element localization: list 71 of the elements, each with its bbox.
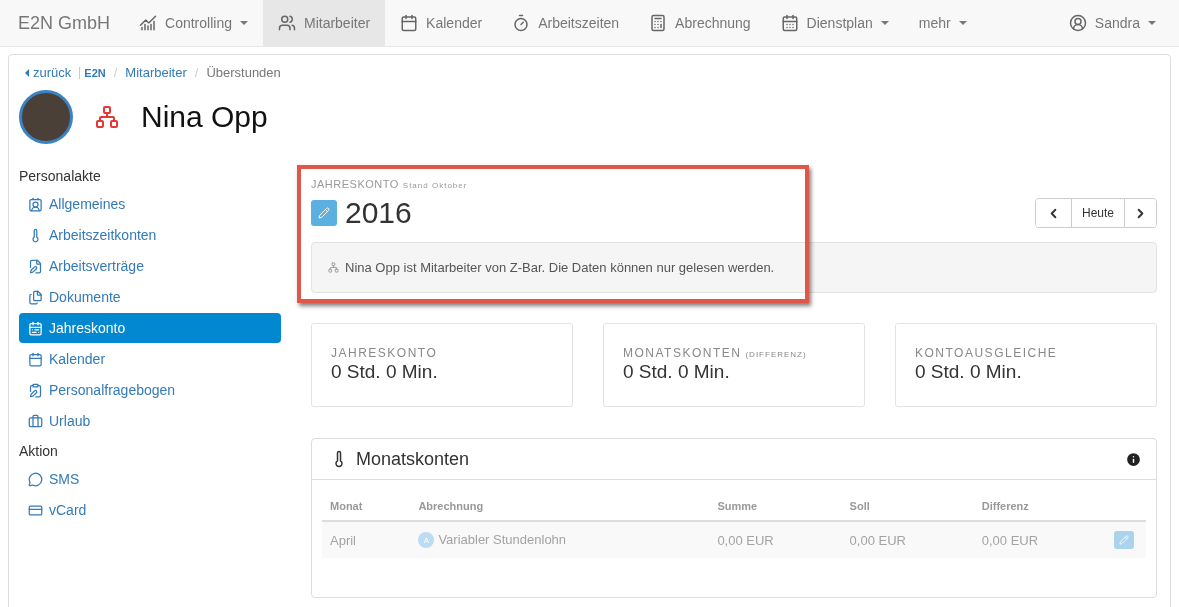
employee-name: Nina Opp: [141, 100, 268, 134]
separator: /: [113, 65, 118, 80]
sidebar-item[interactable]: Arbeitsverträge: [19, 251, 281, 281]
documents-icon: [28, 289, 43, 305]
card-label: JAHRESKONTO: [331, 346, 438, 360]
card-label: MONATSKONTEN: [623, 346, 742, 360]
section-label: JAHRESKONTO Stand Oktober: [311, 178, 469, 190]
caret-icon: [1148, 21, 1156, 25]
stopwatch-icon: [512, 14, 531, 32]
card-note: (DIFFERENZ): [745, 350, 807, 359]
section-title: Aktion: [19, 442, 59, 461]
letter-badge: A: [418, 532, 435, 549]
network-icon: [328, 262, 339, 273]
sidebar-item[interactable]: Urlaub: [19, 406, 281, 436]
card-value: 0 Std. 0 Min.: [331, 361, 439, 383]
calendar-icon: [28, 351, 43, 367]
next-button[interactable]: [1124, 199, 1156, 227]
separator: /: [194, 65, 199, 80]
calendar-icon: [400, 14, 419, 32]
calendar-icon: [28, 320, 43, 336]
sidebar-item[interactable]: Dokumente: [19, 282, 281, 312]
panel-title: Monatskonten: [356, 448, 471, 470]
table-cell: April: [330, 532, 356, 548]
nav-item[interactable]: Abrechnung: [634, 0, 766, 46]
sidebar-item[interactable]: Kalender: [19, 344, 281, 374]
back-link[interactable]: zurück: [25, 65, 72, 80]
nav-item[interactable]: Dienstplan: [765, 0, 904, 46]
sidebar-item[interactable]: Personalfragebogen: [19, 375, 281, 405]
avatar-placeholder: [19, 90, 73, 144]
chat-icon: [28, 471, 43, 487]
card-value: 0 Std. 0 Min.: [623, 361, 731, 383]
nav-item[interactable]: Arbeitszeiten: [497, 0, 635, 46]
nav-item[interactable]: Kalender: [385, 0, 498, 46]
card-label: KONTOAUSGLEICHE: [915, 346, 1058, 360]
brand-name: E2N GmbH: [18, 12, 111, 34]
caret-left-icon: [25, 68, 29, 77]
sidebar-item[interactable]: Allgemeines: [19, 189, 281, 219]
calendar-grid-icon: [780, 14, 799, 32]
pencil-icon: [318, 207, 330, 219]
nav-item[interactable]: mehr: [903, 0, 982, 46]
form-icon: [28, 382, 43, 398]
section-title: Personalakte: [19, 167, 102, 186]
sidebar-item[interactable]: vCard: [19, 495, 281, 525]
table-cell: 0,00 EUR: [849, 532, 906, 548]
calculator-icon: [649, 14, 668, 32]
chart-icon: [139, 14, 158, 32]
id-card-icon: [28, 196, 43, 212]
table-cell: 0,00 EUR: [981, 532, 1039, 548]
table-cell: Variabler Stundenlohn: [438, 531, 567, 547]
section-sublabel: Stand Oktober: [402, 181, 468, 190]
document-pen-icon: [28, 258, 43, 274]
info-icon: [1125, 450, 1142, 468]
pencil-icon: [1119, 535, 1129, 545]
sidebar-item[interactable]: Arbeitszeitkonten: [19, 220, 281, 250]
breadcrumb-link[interactable]: Mitarbeiter: [125, 65, 187, 80]
card-value: 0 Std. 0 Min.: [915, 361, 1023, 383]
card-icon: [28, 502, 43, 518]
user-menu[interactable]: Sandra: [1053, 0, 1171, 46]
nav-item[interactable]: Controlling: [124, 0, 263, 46]
year-title: 2016: [345, 196, 412, 230]
briefcase-icon: [28, 413, 43, 429]
breadcrumb-current: Überstunden: [206, 65, 281, 80]
people-icon: [277, 14, 296, 32]
table-cell: 0,00 EUR: [717, 532, 774, 548]
logo-link[interactable]: E2N: [79, 66, 106, 79]
network-icon: [95, 105, 119, 129]
notice-text: Nina Opp ist Mitarbeiter von Z-Bar. Die Daten können nur gelesen werden.: [345, 260, 775, 275]
sidebar-item[interactable]: Jahreskonto: [19, 313, 281, 343]
nav-item[interactable]: Mitarbeiter: [262, 0, 386, 46]
user-icon: [1068, 14, 1087, 32]
sidebar-item[interactable]: SMS: [19, 464, 281, 494]
